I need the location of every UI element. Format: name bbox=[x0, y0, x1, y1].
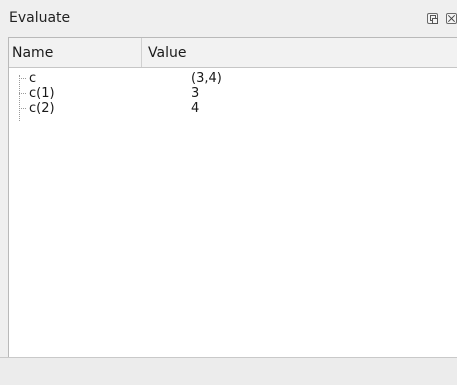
tree-header: Name Value bbox=[9, 38, 457, 68]
row-value: 3 bbox=[191, 86, 200, 101]
status-bar bbox=[0, 357, 457, 385]
table-row[interactable]: c(1) 3 bbox=[9, 86, 457, 101]
row-value: 4 bbox=[191, 101, 200, 116]
float-window-icon[interactable] bbox=[427, 13, 438, 24]
evaluate-tree[interactable]: Name Value c (3,4) c(1) 3 c(2) 4 bbox=[8, 37, 457, 357]
row-name: c(2) bbox=[29, 101, 55, 116]
row-name: c bbox=[29, 71, 37, 86]
close-icon[interactable] bbox=[446, 13, 457, 24]
evaluate-panel: Evaluate Name Value c (3,4) c(1) 3 c(2) … bbox=[0, 0, 457, 385]
row-name: c(1) bbox=[29, 86, 55, 101]
row-value: (3,4) bbox=[191, 71, 222, 86]
table-row[interactable]: c(2) 4 bbox=[9, 101, 457, 116]
panel-titlebar[interactable]: Evaluate bbox=[0, 0, 457, 36]
column-header-value[interactable]: Value bbox=[143, 38, 457, 67]
panel-title: Evaluate bbox=[9, 10, 71, 26]
column-header-name[interactable]: Name bbox=[9, 38, 142, 67]
table-row[interactable]: c (3,4) bbox=[9, 71, 457, 86]
